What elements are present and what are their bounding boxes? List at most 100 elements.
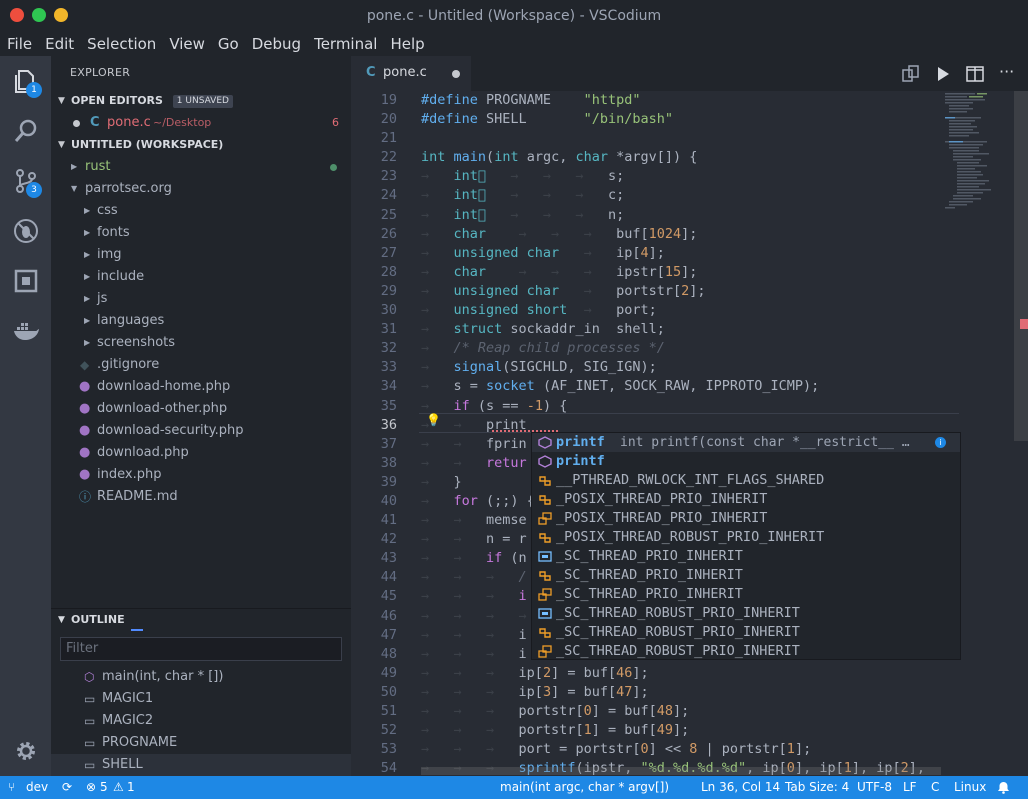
tree-file-download-other[interactable]: ● download-other.php <box>51 398 351 420</box>
outline-header[interactable]: ▼ OUTLINE <box>51 609 351 631</box>
extensions-activity-button[interactable] <box>0 256 51 306</box>
outline-item-selected[interactable]: ▭ SHELL <box>51 754 351 776</box>
line-number: 47 <box>380 626 397 643</box>
constant-icon: ▭ <box>84 758 96 772</box>
menu-edit[interactable]: Edit <box>38 33 80 56</box>
suggestion-label: printf <box>556 434 605 450</box>
vertical-scrollbar[interactable] <box>1014 91 1028 441</box>
enum-icon <box>538 512 552 525</box>
menu-view[interactable]: View <box>162 33 211 56</box>
search-activity-button[interactable] <box>0 106 51 156</box>
sync-icon[interactable]: ⟳ <box>62 776 72 799</box>
menu-selection[interactable]: Selection <box>80 33 162 56</box>
debug-activity-button[interactable] <box>0 206 51 256</box>
suggestion-item[interactable]: _SC_THREAD_ROBUST_PRIO_INHERIT <box>532 604 960 623</box>
chevron-right-icon: ▶ <box>71 162 78 171</box>
tab-size[interactable]: Tab Size: 4 <box>785 776 849 799</box>
outline-item[interactable]: ▭ MAGIC2 <box>51 710 351 732</box>
line-number: 48 <box>380 645 397 662</box>
outline-item-label: SHELL <box>102 757 143 772</box>
suggestion-item[interactable]: _POSIX_THREAD_ROBUST_PRIO_INHERIT <box>532 528 960 547</box>
tree-item-label: css <box>97 203 118 218</box>
chevron-right-icon: ▶ <box>84 250 91 259</box>
tree-folder-parrotsec[interactable]: ▼ parrotsec.org <box>51 178 351 200</box>
explorer-activity-button[interactable]: 1 <box>0 56 51 106</box>
open-editor-item[interactable]: C pone.c ~/Desktop 6 <box>51 112 351 134</box>
language-mode[interactable]: C <box>931 776 939 799</box>
open-changes-icon[interactable] <box>901 64 921 84</box>
tree-item-label: rust <box>85 159 111 174</box>
php-file-icon: ● <box>79 467 91 482</box>
suggestion-item[interactable]: _POSIX_THREAD_PRIO_INHERIT <box>532 509 960 528</box>
unsaved-dot-icon[interactable] <box>452 70 460 78</box>
error-icon: ⊗ <box>86 780 97 794</box>
code-line: → char → → → buf[1024]; <box>421 225 698 242</box>
autocomplete-widget[interactable]: printf int printf(const char *__restrict… <box>531 432 961 660</box>
run-icon[interactable] <box>933 64 953 84</box>
tree-file-download[interactable]: ● download.php <box>51 442 351 464</box>
suggestion-item[interactable]: _SC_THREAD_PRIO_INHERIT <box>532 547 960 566</box>
info-icon[interactable]: i <box>935 437 946 448</box>
editor-tab-pone[interactable]: C pone.c <box>351 56 471 91</box>
outline-filter-input[interactable]: Filter <box>60 637 342 661</box>
more-actions-icon[interactable]: ··· <box>999 62 1014 81</box>
suggestion-label: __PTHREAD_RWLOCK_INT_FLAGS_SHARED <box>556 472 825 488</box>
line-number: 35 <box>380 397 397 414</box>
bell-icon[interactable] <box>997 781 1010 794</box>
suggestion-item[interactable]: printf <box>532 452 960 471</box>
minimap[interactable] <box>943 91 1015 231</box>
warning-count[interactable]: 1 <box>127 776 135 799</box>
menu-go[interactable]: Go <box>211 33 245 56</box>
tree-file-gitignore[interactable]: ◆ .gitignore <box>51 354 351 376</box>
suggestion-item[interactable]: _SC_THREAD_PRIO_INHERIT <box>532 585 960 604</box>
tree-folder-include[interactable]: ▶ include <box>51 266 351 288</box>
outline-item[interactable]: ⬡ main(int, char * []) <box>51 666 351 688</box>
open-editors-header[interactable]: ▼ OPEN EDITORS 1 UNSAVED <box>51 90 351 112</box>
suggestion-item[interactable]: _SC_THREAD_ROBUST_PRIO_INHERIT <box>532 623 960 642</box>
split-editor-icon[interactable] <box>965 64 985 84</box>
horizontal-scrollbar[interactable] <box>421 767 941 775</box>
tree-folder-screenshots[interactable]: ▶ screenshots <box>51 332 351 354</box>
tree-folder-img[interactable]: ▶ img <box>51 244 351 266</box>
cursor-position[interactable]: Ln 36, Col 14 <box>701 776 780 799</box>
php-file-icon: ● <box>79 423 91 438</box>
workspace-header[interactable]: ▼ UNTITLED (WORKSPACE) <box>51 134 351 156</box>
tree-folder-fonts[interactable]: ▶ fonts <box>51 222 351 244</box>
branch-name[interactable]: dev <box>26 776 48 799</box>
outline-item[interactable]: ▭ MAGIC1 <box>51 688 351 710</box>
current-symbol[interactable]: main(int argc, char * argv[]) <box>500 776 669 799</box>
menu-terminal[interactable]: Terminal <box>307 33 383 56</box>
tree-item-label: download-home.php <box>97 379 231 394</box>
tree-folder-css[interactable]: ▶ css <box>51 200 351 222</box>
suggestion-item[interactable]: _SC_THREAD_ROBUST_PRIO_INHERIT <box>532 642 960 659</box>
suggestion-item-selected[interactable]: printf int printf(const char *__restrict… <box>532 433 960 452</box>
source-control-activity-button[interactable]: 3 <box>0 156 51 206</box>
settings-activity-button[interactable] <box>0 726 51 776</box>
docker-activity-button[interactable] <box>0 306 51 356</box>
line-ending[interactable]: LF <box>903 776 917 799</box>
menu-help[interactable]: Help <box>383 33 430 56</box>
suggestion-label: _SC_THREAD_ROBUST_PRIO_INHERIT <box>556 605 800 621</box>
os-indicator[interactable]: Linux <box>954 776 986 799</box>
tree-file-download-security[interactable]: ● download-security.php <box>51 420 351 442</box>
tree-file-readme[interactable]: ⓘ README.md <box>51 486 351 508</box>
line-number: 28 <box>380 263 397 280</box>
tree-folder-js[interactable]: ▶ js <box>51 288 351 310</box>
menu-debug[interactable]: Debug <box>245 33 307 56</box>
tree-folder-languages[interactable]: ▶ languages <box>51 310 351 332</box>
suggestion-item[interactable]: _POSIX_THREAD_PRIO_INHERIT <box>532 490 960 509</box>
code-line: int main(int argc, char *argv[]) { <box>421 149 698 166</box>
tree-folder-rust[interactable]: ▶ rust <box>51 156 351 178</box>
line-number: 21 <box>380 130 397 147</box>
outline-item-label: PROGNAME <box>102 735 178 750</box>
tree-file-index[interactable]: ● index.php <box>51 464 351 486</box>
php-file-icon: ● <box>79 401 91 416</box>
outline-item[interactable]: ▭ PROGNAME <box>51 732 351 754</box>
suggestion-item[interactable]: _SC_THREAD_PRIO_INHERIT <box>532 566 960 585</box>
encoding[interactable]: UTF-8 <box>857 776 892 799</box>
error-count[interactable]: 5 <box>100 776 108 799</box>
suggestion-item[interactable]: __PTHREAD_RWLOCK_INT_FLAGS_SHARED <box>532 471 960 490</box>
line-number: 54 <box>380 760 397 776</box>
tree-file-download-home[interactable]: ● download-home.php <box>51 376 351 398</box>
menu-file[interactable]: File <box>0 33 38 56</box>
